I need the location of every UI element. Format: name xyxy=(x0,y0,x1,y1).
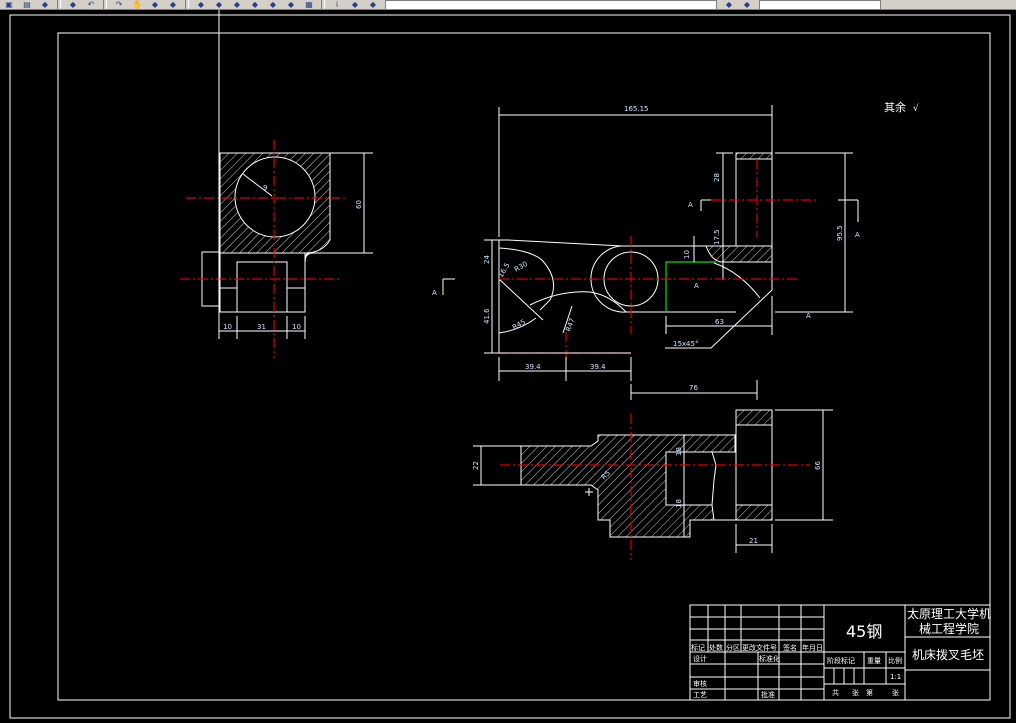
dim-39-4-a: 39.4 xyxy=(525,363,541,371)
layer-state-icon[interactable]: ◆ xyxy=(367,0,379,9)
label-sheet-no: 第 xyxy=(866,688,873,697)
label-process: 工艺 xyxy=(693,691,707,699)
dim-10: 10 xyxy=(683,250,691,259)
paste-icon[interactable]: ◆ xyxy=(67,0,79,9)
chamfer-note: 15x45° xyxy=(673,340,698,348)
dim-95-5: 95.5 xyxy=(836,225,844,241)
dim-18-a: 18 xyxy=(675,447,683,456)
open-icon[interactable]: ▤ xyxy=(21,0,33,9)
dim-18-b: 18 xyxy=(675,499,683,508)
dim-63: 63 xyxy=(715,318,724,326)
redo-icon[interactable]: ↷ xyxy=(113,0,125,9)
section-mark-a-5: A xyxy=(806,312,811,320)
layer-manager-icon[interactable]: ◆ xyxy=(349,0,361,9)
zoom-previous-icon[interactable]: ◆ xyxy=(195,0,207,9)
help-icon[interactable]: i xyxy=(331,0,343,9)
dim-left-height: 60 xyxy=(355,200,363,209)
layer-dropdown[interactable] xyxy=(385,0,717,9)
label-sheets-2: 张 xyxy=(892,688,899,697)
tool-palettes-icon[interactable]: ◆ xyxy=(249,0,261,9)
dim-left-radius: 9 xyxy=(263,184,267,192)
label-weight: 重量 xyxy=(867,657,881,665)
section-mark-a-1: A xyxy=(688,201,693,209)
dim-left-w1: 10 xyxy=(223,323,232,331)
pan-icon[interactable]: ✋ xyxy=(131,0,143,9)
hdr-count: 处数 xyxy=(709,643,723,652)
dim-24: 24 xyxy=(483,255,491,264)
dim-left-w3: 10 xyxy=(292,323,301,331)
label-approve: 批准 xyxy=(761,690,775,699)
label-scale: 比例 xyxy=(888,656,902,665)
dim-66: 66 xyxy=(814,461,822,470)
dim-28: 28 xyxy=(713,173,721,182)
hdr-change-doc: 更改文件号 xyxy=(742,643,777,652)
toolbar-separator xyxy=(57,0,61,9)
undo-icon[interactable]: ↶ xyxy=(85,0,97,9)
dim-overall-length: 165.15 xyxy=(624,105,649,113)
color-dropdown[interactable] xyxy=(759,0,881,9)
scale-value: 1:1 xyxy=(890,673,901,681)
markup-icon[interactable]: ◆ xyxy=(285,0,297,9)
dim-left-w2: 31 xyxy=(257,323,266,331)
hdr-zone: 分区 xyxy=(726,643,740,652)
toolbar: ▣ ▤ ◆ ◆ ↶ ↷ ✋ ◆ ◆ ◆ ◆ ◆ ◆ ◆ ◆ ▦ i ◆ ◆ ◆ ◆ xyxy=(0,0,1016,10)
part-name: 机床拨叉毛坯 xyxy=(912,648,984,662)
school-line-1: 太原理工大学机 xyxy=(907,606,991,621)
section-mark-a-3: A xyxy=(694,282,699,290)
zoom-window-icon[interactable]: ◆ xyxy=(167,0,179,9)
dim-17-5: 17.5 xyxy=(713,229,721,245)
material: 45钢 xyxy=(846,622,882,641)
design-center-icon[interactable]: ◆ xyxy=(231,0,243,9)
section-mark-a-4: A xyxy=(432,289,437,297)
section-mark-a-2: A xyxy=(855,231,860,239)
properties-icon[interactable]: ◆ xyxy=(213,0,225,9)
layer-previous-icon[interactable]: ◆ xyxy=(723,0,735,9)
school-line-2: 械工程学院 xyxy=(919,621,979,636)
match-properties-icon[interactable]: ◆ xyxy=(39,0,51,9)
label-review: 审核 xyxy=(693,679,707,688)
label-sheets: 张 xyxy=(852,688,859,697)
color-icon[interactable]: ◆ xyxy=(741,0,753,9)
toolbar-separator xyxy=(185,0,189,9)
toolbar-separator xyxy=(321,0,325,9)
label-design: 设计 xyxy=(693,654,707,663)
label-total: 共 xyxy=(832,688,839,697)
hdr-date: 年月日 xyxy=(802,643,823,652)
save-icon[interactable]: ▣ xyxy=(3,0,15,9)
dim-22: 22 xyxy=(472,461,480,470)
zoom-realtime-icon[interactable]: ◆ xyxy=(149,0,161,9)
drawing-canvas[interactable]: 其余 √ 60 9 10 31 10 165.15 28 17.5 10 95.… xyxy=(0,10,1016,723)
dim-39-4-b: 39.4 xyxy=(590,363,606,371)
hdr-mark: 标记 xyxy=(691,643,705,652)
dim-41-6: 41.6 xyxy=(483,308,491,324)
roughness-note: 其余 xyxy=(884,100,906,114)
label-stage-mark: 阶段标记 xyxy=(827,656,855,665)
dim-21: 21 xyxy=(749,537,758,545)
roughness-symbol: √ xyxy=(913,103,919,114)
quickcalc-icon[interactable]: ▦ xyxy=(303,0,315,9)
hdr-sign: 签名 xyxy=(783,643,797,652)
sheet-set-icon[interactable]: ◆ xyxy=(267,0,279,9)
toolbar-separator xyxy=(103,0,107,9)
dim-76: 76 xyxy=(689,384,698,392)
label-standardization: 标准化 xyxy=(759,654,780,663)
